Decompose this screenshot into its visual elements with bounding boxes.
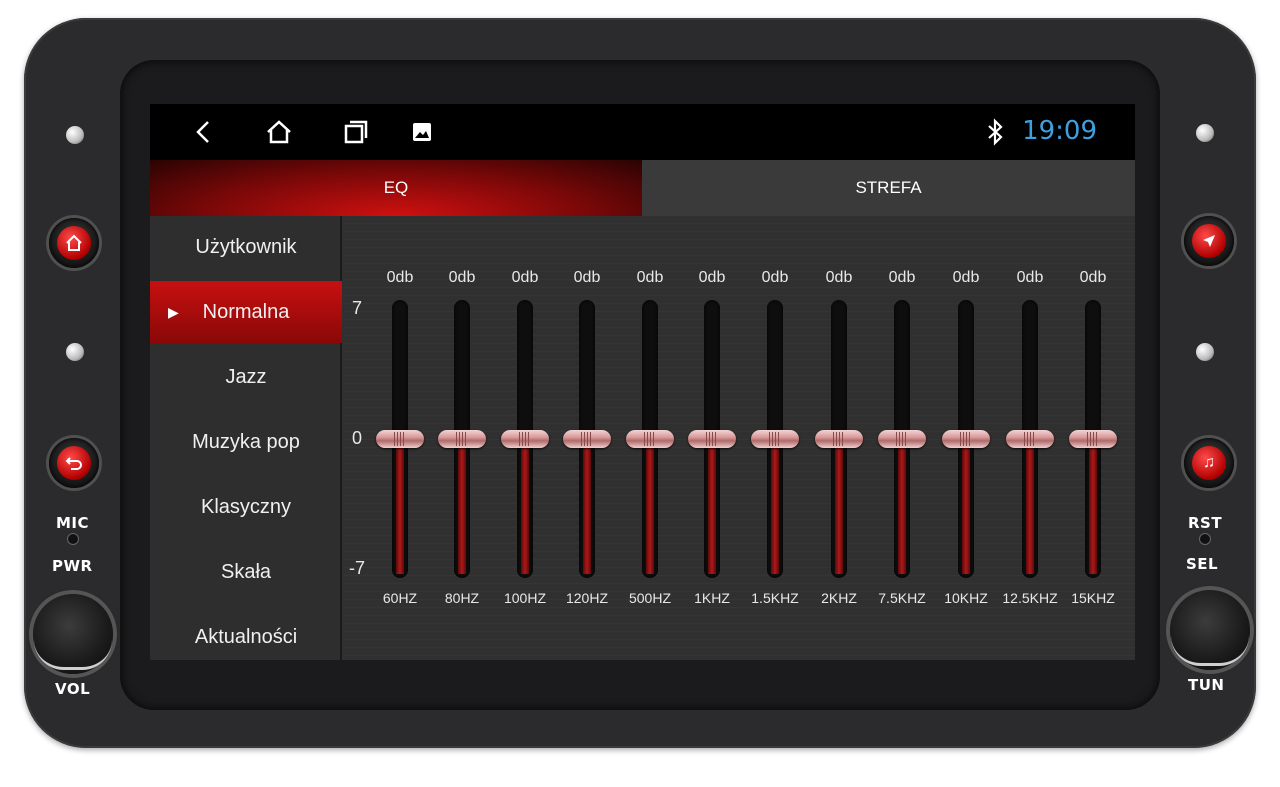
- tun-label: TUN: [1188, 676, 1225, 694]
- band-slider-fill: [521, 439, 529, 574]
- tab-eq[interactable]: EQ: [150, 160, 642, 216]
- mic-label: MIC: [56, 514, 90, 532]
- vol-label: VOL: [55, 680, 91, 698]
- home-icon[interactable]: [264, 118, 294, 146]
- band-gain-label: 0db: [888, 269, 916, 286]
- status-bar: 19:09: [150, 104, 1135, 160]
- band-frequency-label: 15KHZ: [1071, 590, 1115, 606]
- preset-item[interactable]: Jazz: [150, 346, 342, 408]
- band-slider-knob[interactable]: [438, 430, 486, 448]
- preset-item[interactable]: Użytkownik: [150, 216, 342, 278]
- band-slider-knob[interactable]: [563, 430, 611, 448]
- preset-label: Użytkownik: [195, 235, 297, 258]
- band-gain-label: 0db: [1016, 269, 1044, 286]
- band-slider-knob[interactable]: [376, 430, 424, 448]
- band-gain-label: 0db: [761, 269, 789, 286]
- back-icon: [57, 446, 91, 480]
- band-gain-label: 0db: [952, 269, 980, 286]
- band-slider-knob[interactable]: [688, 430, 736, 448]
- preset-label: Klasyczny: [200, 495, 292, 518]
- band-slider-knob[interactable]: [878, 430, 926, 448]
- band-gain-label: 0db: [448, 269, 476, 286]
- tab-strefa[interactable]: STREFA: [642, 160, 1135, 216]
- band-slider-knob[interactable]: [1069, 430, 1117, 448]
- band-frequency-label: 1KHZ: [694, 590, 730, 606]
- band-slider-fill: [396, 439, 404, 574]
- head-unit: MIC PWR VOL ♫ RST SEL TUN 19:09 EQ STREF…: [0, 0, 1280, 787]
- band-slider-knob[interactable]: [751, 430, 799, 448]
- preset-label: Jazz: [225, 365, 267, 388]
- band-frequency-label: 1.5KHZ: [751, 590, 799, 606]
- rst-hole[interactable]: [1200, 534, 1210, 544]
- band-frequency-label: 100HZ: [503, 590, 547, 606]
- clock: 19:09: [1022, 116, 1097, 146]
- band-gain-label: 0db: [573, 269, 601, 286]
- band-slider-fill: [962, 439, 970, 574]
- band-gain-label: 0db: [825, 269, 853, 286]
- band-slider-knob[interactable]: [942, 430, 990, 448]
- preset-label: Normalna: [202, 300, 290, 323]
- band-slider-knob[interactable]: [815, 430, 863, 448]
- band-slider-knob[interactable]: [626, 430, 674, 448]
- band-frequency-label: 120HZ: [565, 590, 609, 606]
- band-frequency-label: 2KHZ: [821, 590, 857, 606]
- band-frequency-label: 12.5KHZ: [1002, 590, 1058, 606]
- band-gain-label: 0db: [1079, 269, 1107, 286]
- bluetooth-icon: [980, 118, 1010, 146]
- navigation-icon: [1192, 224, 1226, 258]
- preset-item[interactable]: Skała: [150, 541, 342, 603]
- band-slider-fill: [1089, 439, 1097, 574]
- band-frequency-label: 500HZ: [628, 590, 672, 606]
- band-slider-knob[interactable]: [501, 430, 549, 448]
- screw-top-right: [1196, 124, 1214, 142]
- screw-mid-right: [1196, 343, 1214, 361]
- band-gain-label: 0db: [698, 269, 726, 286]
- preset-item[interactable]: Muzyka pop: [150, 411, 342, 473]
- band-slider-fill: [708, 439, 716, 574]
- band-slider-fill: [646, 439, 654, 574]
- band-frequency-label: 7.5KHZ: [878, 590, 926, 606]
- hw-back-button[interactable]: [49, 438, 99, 488]
- preset-item-active[interactable]: ▶ Normalna: [150, 281, 342, 343]
- band-slider-fill: [898, 439, 906, 574]
- preset-item[interactable]: Klasyczny: [150, 476, 342, 538]
- gallery-icon[interactable]: [407, 118, 437, 146]
- sel-label: SEL: [1186, 555, 1219, 573]
- tab-bar: EQ STREFA: [150, 160, 1135, 216]
- scale-mid-label: 0: [352, 428, 363, 448]
- screw-top-left: [66, 126, 84, 144]
- music-icon: ♫: [1192, 446, 1226, 480]
- recent-apps-icon[interactable]: [341, 118, 371, 146]
- preset-label: Skała: [220, 560, 272, 583]
- hw-navigation-button[interactable]: [1184, 216, 1234, 266]
- back-icon[interactable]: [188, 118, 218, 146]
- hw-home-button[interactable]: [49, 218, 99, 268]
- band-slider-fill: [835, 439, 843, 574]
- band-gain-label: 0db: [386, 269, 414, 286]
- preset-label: Aktualności: [194, 625, 298, 648]
- band-slider-fill: [1026, 439, 1034, 574]
- scale-min-label: -7: [349, 558, 366, 578]
- preset-item[interactable]: Aktualności: [150, 606, 342, 660]
- home-icon: [57, 226, 91, 260]
- pwr-label: PWR: [52, 557, 93, 575]
- band-slider-fill: [771, 439, 779, 574]
- preset-label: Muzyka pop: [192, 430, 300, 453]
- mic-hole: [68, 534, 78, 544]
- rst-label: RST: [1188, 514, 1223, 532]
- play-icon: ▶: [168, 303, 179, 320]
- screw-mid-left: [66, 343, 84, 361]
- band-slider-knob[interactable]: [1006, 430, 1054, 448]
- band-frequency-label: 80HZ: [444, 590, 480, 606]
- band-gain-label: 0db: [636, 269, 664, 286]
- preset-list: Użytkownik ▶ Normalna Jazz Muzyka pop Kla…: [150, 216, 342, 660]
- band-gain-label: 0db: [511, 269, 539, 286]
- hw-music-button[interactable]: ♫: [1184, 438, 1234, 488]
- scale-max-label: 7: [352, 298, 363, 318]
- band-slider-fill: [458, 439, 466, 574]
- band-slider-fill: [583, 439, 591, 574]
- band-frequency-label: 60HZ: [382, 590, 418, 606]
- band-frequency-label: 10KHZ: [944, 590, 988, 606]
